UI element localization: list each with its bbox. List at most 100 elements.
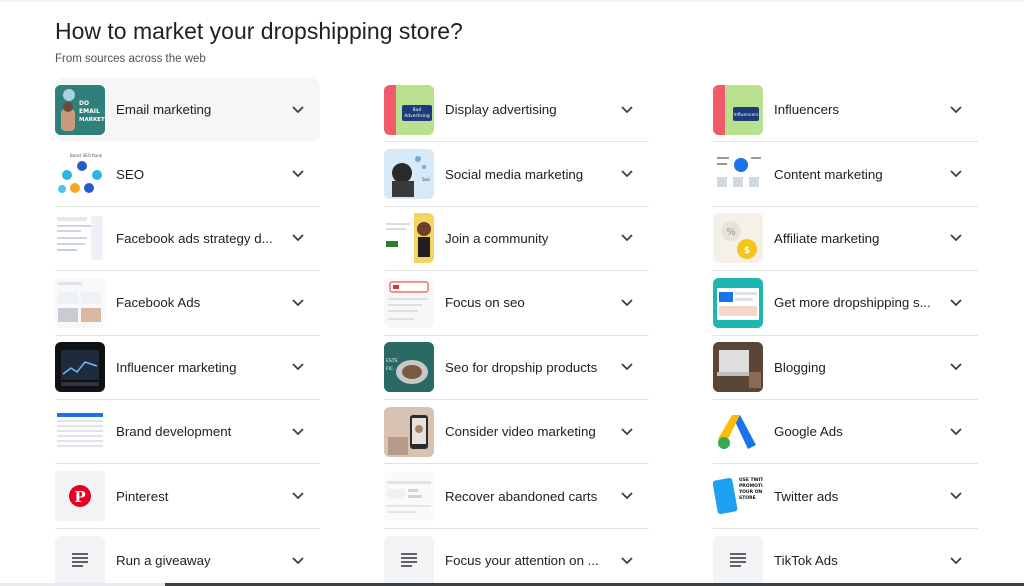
chevron-down-icon[interactable] [286, 291, 310, 315]
chevron-down-icon[interactable] [944, 226, 968, 250]
chevron-down-icon[interactable] [615, 226, 639, 250]
chevron-down-icon[interactable] [944, 291, 968, 315]
topic-label: Brand development [116, 424, 232, 440]
chevron-down-icon[interactable] [286, 355, 310, 379]
topic-item[interactable]: Facebook Ads [55, 271, 320, 336]
topic-label: SEO [116, 166, 145, 182]
top-divider [0, 0, 1024, 2]
topic-item[interactable]: Content marketing [713, 142, 978, 207]
svg-text:%: % [726, 227, 736, 238]
topic-item[interactable]: Recover abandoned carts [384, 464, 649, 529]
search-results-page: How to market your dropshipping store? F… [0, 0, 1024, 586]
topic-thumbnail [713, 342, 763, 393]
topic-thumbnail: Bad Advertising [384, 84, 434, 135]
chevron-down-icon[interactable] [286, 98, 310, 122]
chevron-down-icon[interactable] [944, 98, 968, 122]
topic-item[interactable]: USE TWITTPROMOTIYOUR ONSTORE Twitter ads [713, 464, 978, 529]
topic-label: Influencer marketing [116, 359, 237, 375]
topic-thumbnail [384, 213, 434, 264]
topic-grid: DO EMAIL MARKETI Email marketing Boost SEO R… [55, 78, 979, 586]
topic-label: Facebook Ads [116, 295, 201, 311]
topic-label: Recover abandoned carts [445, 488, 598, 504]
svg-text:$: $ [744, 246, 750, 256]
chevron-down-icon[interactable] [615, 420, 639, 444]
topic-item[interactable]: ESTS FIC Seo for dropship products [384, 336, 649, 400]
topic-item[interactable]: Brand development [55, 400, 320, 465]
svg-text:Influencers: Influencers [734, 112, 760, 118]
topic-label: Social media marketing [445, 166, 584, 182]
chevron-down-icon[interactable] [286, 484, 310, 508]
topic-item[interactable]: Blogging [713, 336, 978, 400]
topic-item[interactable]: DO EMAIL MARKETI Email marketing [55, 78, 320, 143]
topic-thumbnail [713, 277, 763, 328]
topic-thumbnail: P [55, 471, 105, 522]
topic-thumbnail: DO EMAIL MARKETI [55, 84, 105, 135]
topic-thumbnail [55, 213, 105, 264]
topic-item[interactable]: % $ Affiliate marketing [713, 207, 978, 272]
chevron-down-icon[interactable] [944, 355, 968, 379]
chevron-down-icon[interactable] [286, 549, 310, 573]
topic-item[interactable]: Focus your attention on ... [384, 529, 649, 586]
topic-thumbnail: Influencers [713, 84, 763, 135]
chevron-down-icon[interactable] [286, 226, 310, 250]
topic-label: Blogging [774, 359, 826, 375]
topic-label: Affiliate marketing [774, 230, 880, 246]
chevron-down-icon[interactable] [615, 98, 639, 122]
page-subtitle: From sources across the web [55, 53, 206, 65]
document-lines-icon [713, 535, 763, 586]
svg-text:DO: DO [79, 100, 89, 107]
topic-thumbnail: Boost SEO Rank [55, 149, 105, 200]
topic-label: Pinterest [116, 488, 169, 504]
topic-thumbnail [55, 342, 105, 393]
topic-item[interactable]: Soci Social media marketing [384, 142, 649, 207]
chevron-down-icon[interactable] [615, 549, 639, 573]
topic-label: Run a giveaway [116, 553, 211, 569]
topic-thumbnail [384, 277, 434, 328]
topic-column: Influencers Influencers Content marketing%… [713, 78, 978, 586]
topic-thumbnail [55, 277, 105, 328]
topic-item[interactable]: Influencers Influencers [713, 78, 978, 143]
topic-thumbnail: USE TWITTPROMOTIYOUR ONSTORE [713, 471, 763, 522]
topic-thumbnail: ESTS FIC [384, 342, 434, 393]
svg-text:STORE: STORE [739, 495, 756, 501]
chevron-down-icon[interactable] [615, 484, 639, 508]
svg-text:Advertising: Advertising [404, 113, 430, 119]
topic-label: Email marketing [116, 102, 212, 118]
topic-item[interactable]: Run a giveaway [55, 529, 320, 586]
topic-item[interactable]: Join a community [384, 207, 649, 272]
topic-item[interactable]: Get more dropshipping s... [713, 271, 978, 336]
topic-column: Bad Advertising Display advertising Soci Soc… [384, 78, 649, 586]
topic-item[interactable]: Influencer marketing [55, 336, 320, 400]
svg-text:MARKETI: MARKETI [79, 117, 105, 123]
chevron-down-icon[interactable] [944, 162, 968, 186]
chevron-down-icon[interactable] [944, 420, 968, 444]
topic-label: Influencers [774, 102, 840, 118]
chevron-down-icon[interactable] [286, 420, 310, 444]
topic-label: TikTok Ads [774, 553, 838, 569]
topic-label: Twitter ads [774, 488, 839, 504]
svg-text:PROMOTI: PROMOTI [739, 483, 763, 489]
topic-item[interactable]: Google Ads [713, 400, 978, 465]
svg-text:ESTS: ESTS [386, 358, 397, 364]
chevron-down-icon[interactable] [615, 355, 639, 379]
topic-item[interactable]: Facebook ads strategy d... [55, 207, 320, 272]
topic-item[interactable]: TikTok Ads [713, 529, 978, 586]
topic-thumbnail [713, 149, 763, 200]
chevron-down-icon[interactable] [286, 162, 310, 186]
document-lines-icon [384, 535, 434, 586]
chevron-down-icon[interactable] [944, 484, 968, 508]
topic-label: Focus your attention on ... [445, 553, 599, 569]
chevron-down-icon[interactable] [615, 291, 639, 315]
topic-label: Display advertising [445, 102, 557, 118]
topic-thumbnail [384, 471, 434, 522]
svg-text:P: P [74, 488, 85, 506]
chevron-down-icon[interactable] [944, 549, 968, 573]
topic-thumbnail: % $ [713, 213, 763, 264]
topic-item[interactable]: Bad Advertising Display advertising [384, 78, 649, 143]
svg-text:EMAIL: EMAIL [79, 108, 100, 115]
topic-item[interactable]: Focus on seo [384, 271, 649, 336]
topic-item[interactable]: P Pinterest [55, 464, 320, 529]
topic-item[interactable]: Consider video marketing [384, 400, 649, 465]
chevron-down-icon[interactable] [615, 162, 639, 186]
topic-item[interactable]: Boost SEO Rank SEO [55, 142, 320, 207]
